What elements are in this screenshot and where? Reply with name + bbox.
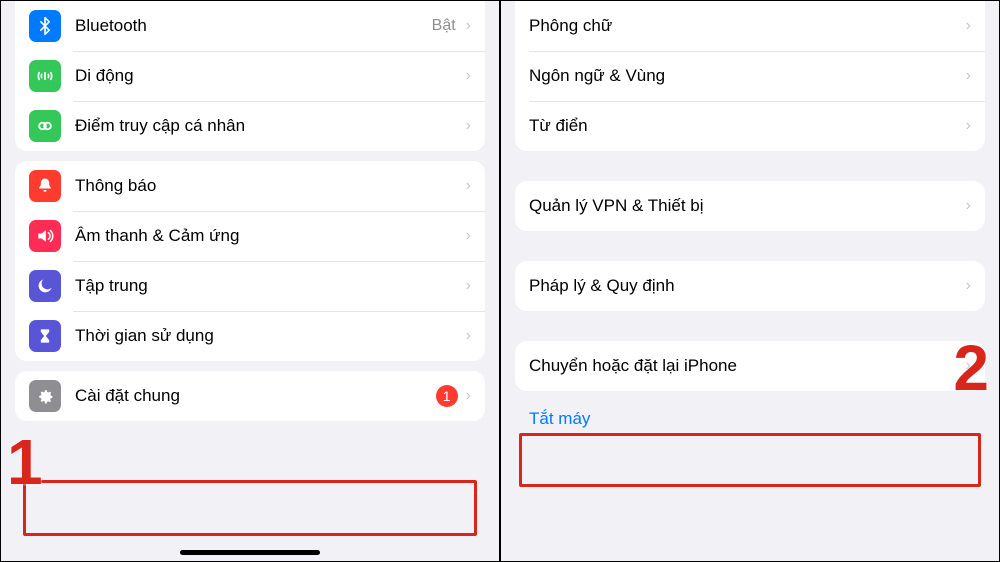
general-group: Cài đặt chung 1 › [15, 371, 485, 421]
row-value: Bật [432, 17, 456, 35]
chevron-right-icon: › [466, 117, 471, 135]
row-label: Quản lý VPN & Thiết bị [529, 196, 962, 216]
row-label: Di động [75, 66, 462, 86]
chevron-right-icon: › [466, 177, 471, 195]
row-language[interactable]: Ngôn ngữ & Vùng › [515, 51, 985, 101]
chevron-right-icon: › [966, 17, 971, 35]
home-indicator[interactable] [180, 550, 320, 555]
row-bluetooth[interactable]: Bluetooth Bật › [15, 1, 485, 51]
notification-badge: 1 [436, 385, 458, 407]
general-settings-pane: Phông chữ › Ngôn ngữ & Vùng › Từ điển › … [501, 1, 999, 561]
moon-icon [29, 270, 61, 302]
row-label: Điểm truy cập cá nhân [75, 116, 462, 136]
shutdown-link[interactable]: Tắt máy [501, 395, 999, 443]
settings-root-pane: Bluetooth Bật › Di động › Điểm truy cập … [1, 1, 501, 561]
alerts-group: Thông báo › Âm thanh & Cảm ứng › Tập tru… [15, 161, 485, 361]
row-label: Thông báo [75, 176, 462, 196]
row-label: Cài đặt chung [75, 386, 436, 406]
row-label: Ngôn ngữ & Vùng [529, 66, 962, 86]
cellular-icon [29, 60, 61, 92]
chevron-right-icon: › [966, 197, 971, 215]
row-hotspot[interactable]: Điểm truy cập cá nhân › [15, 101, 485, 151]
row-label: Chuyển hoặc đặt lại iPhone [529, 356, 962, 376]
text-lang-group: Phông chữ › Ngôn ngữ & Vùng › Từ điển › [515, 1, 985, 151]
chevron-right-icon: › [466, 277, 471, 295]
row-label: Tập trung [75, 276, 462, 296]
row-label: Từ điển [529, 116, 962, 136]
chevron-right-icon: › [966, 357, 971, 375]
gear-icon [29, 380, 61, 412]
legal-group: Pháp lý & Quy định › [515, 261, 985, 311]
chevron-right-icon: › [466, 327, 471, 345]
row-label: Âm thanh & Cảm ứng [75, 226, 462, 246]
row-general[interactable]: Cài đặt chung 1 › [15, 371, 485, 421]
chevron-right-icon: › [466, 227, 471, 245]
row-dictionary[interactable]: Từ điển › [515, 101, 985, 151]
step-1-number: 1 [7, 425, 43, 499]
row-fonts[interactable]: Phông chữ › [515, 1, 985, 51]
chevron-right-icon: › [466, 17, 471, 35]
row-label: Pháp lý & Quy định [529, 276, 962, 296]
hotspot-icon [29, 110, 61, 142]
chevron-right-icon: › [966, 117, 971, 135]
speaker-icon [29, 220, 61, 252]
bell-icon [29, 170, 61, 202]
reset-group: Chuyển hoặc đặt lại iPhone › [515, 341, 985, 391]
row-notifications[interactable]: Thông báo › [15, 161, 485, 211]
hourglass-icon [29, 320, 61, 352]
chevron-right-icon: › [466, 387, 471, 405]
row-focus[interactable]: Tập trung › [15, 261, 485, 311]
step-1-highlight [23, 480, 477, 536]
connectivity-group: Bluetooth Bật › Di động › Điểm truy cập … [15, 1, 485, 151]
chevron-right-icon: › [966, 277, 971, 295]
bluetooth-icon [29, 10, 61, 42]
row-cellular[interactable]: Di động › [15, 51, 485, 101]
row-label: Bluetooth [75, 16, 432, 36]
row-label: Phông chữ [529, 16, 962, 36]
row-label: Thời gian sử dụng [75, 326, 462, 346]
row-legal[interactable]: Pháp lý & Quy định › [515, 261, 985, 311]
vpn-group: Quản lý VPN & Thiết bị › [515, 181, 985, 231]
row-sounds[interactable]: Âm thanh & Cảm ứng › [15, 211, 485, 261]
row-vpn[interactable]: Quản lý VPN & Thiết bị › [515, 181, 985, 231]
chevron-right-icon: › [466, 67, 471, 85]
chevron-right-icon: › [966, 67, 971, 85]
row-screentime[interactable]: Thời gian sử dụng › [15, 311, 485, 361]
row-transfer-reset[interactable]: Chuyển hoặc đặt lại iPhone › [515, 341, 985, 391]
